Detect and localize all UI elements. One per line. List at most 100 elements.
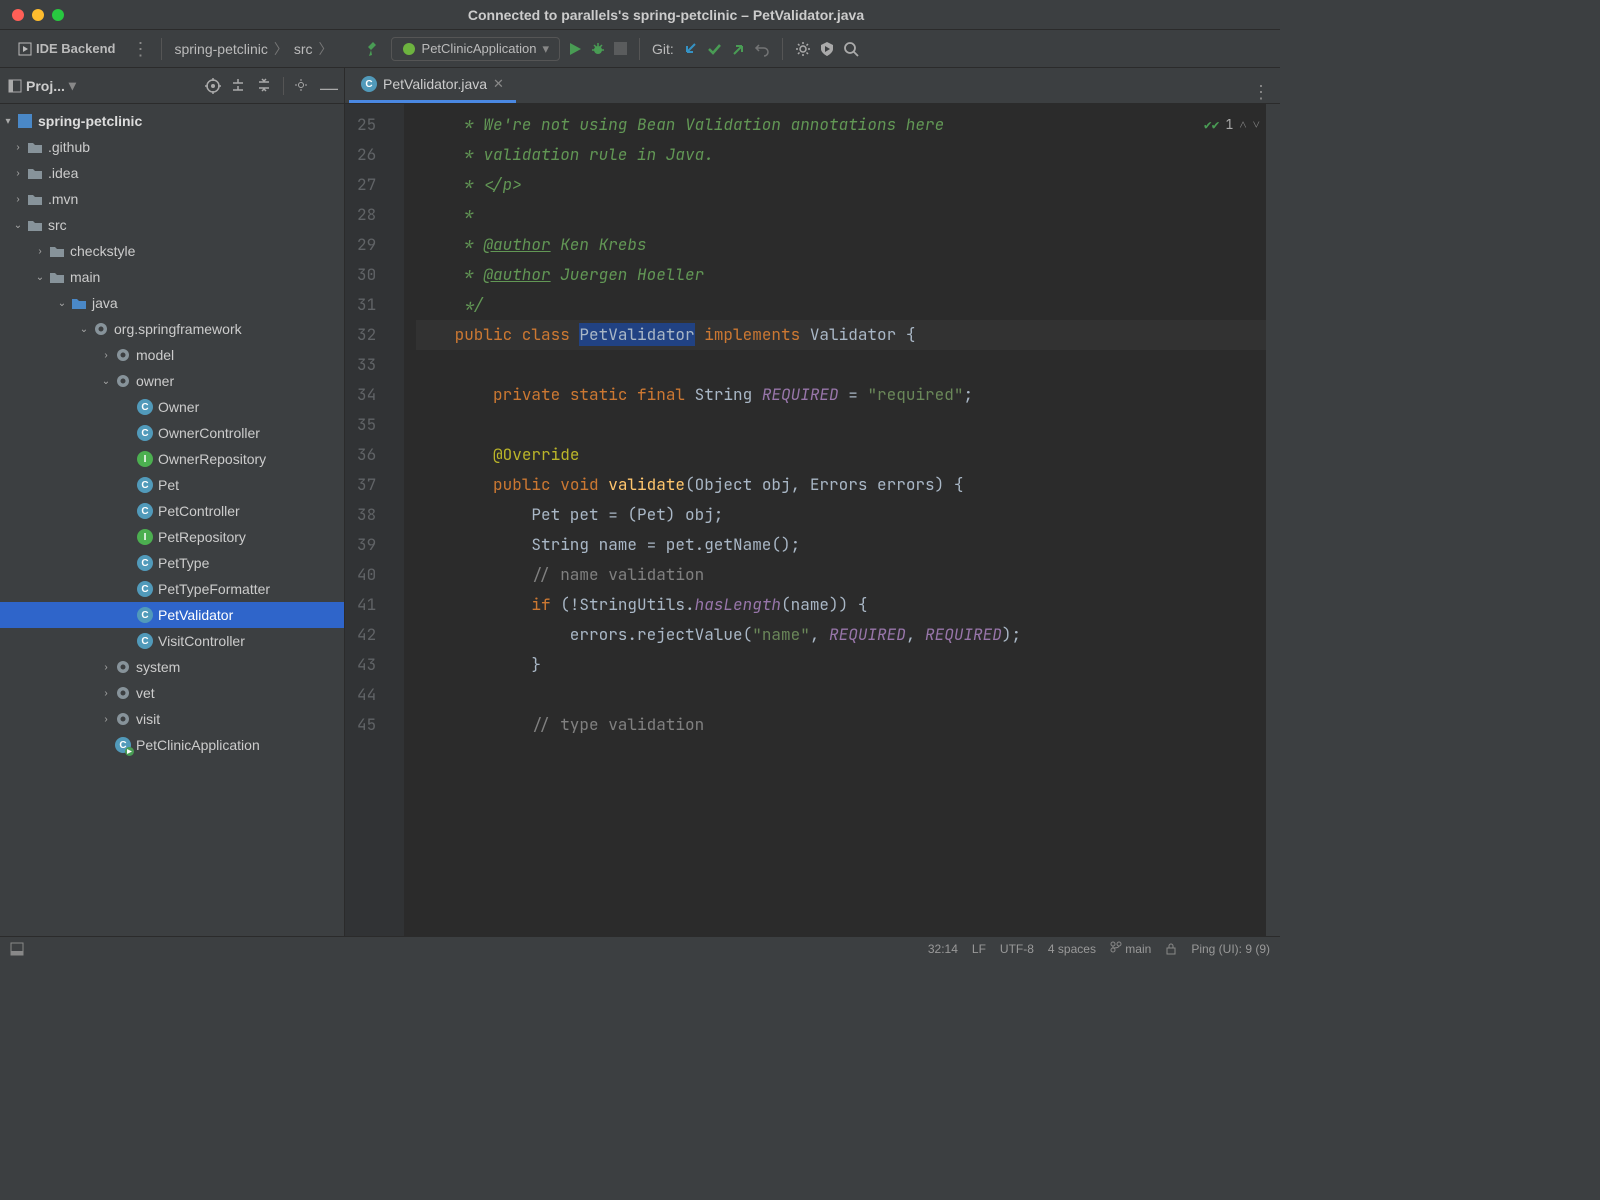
git-update-button[interactable] [682, 41, 698, 57]
tree-item-label: Pet [158, 477, 179, 493]
tree-arrow-icon[interactable]: ⌄ [10, 220, 26, 231]
tree-arrow-icon[interactable]: › [10, 142, 26, 153]
cursor-position[interactable]: 32:14 [928, 942, 958, 956]
tree-arrow-icon[interactable]: › [32, 246, 48, 257]
tree-item-pettypeformatter[interactable]: CPetTypeFormatter [0, 576, 344, 602]
project-tree[interactable]: ▾ spring-petclinic › .github ›.idea›.mvn⌄s… [0, 104, 344, 936]
tree-arrow-icon[interactable]: ⌄ [32, 272, 48, 283]
window-controls [12, 9, 64, 21]
close-tab-button[interactable]: ✕ [493, 76, 504, 92]
tree-arrow-icon[interactable]: ⌄ [54, 298, 70, 309]
ide-backend-label: IDE Backend [36, 41, 115, 56]
ide-backend-button[interactable]: IDE Backend [10, 37, 123, 60]
tree-item-label: checkstyle [70, 243, 135, 259]
run-button[interactable] [568, 42, 582, 56]
chevron-up-icon[interactable]: ˄ [1239, 110, 1246, 140]
readonly-toggle[interactable] [1165, 943, 1177, 955]
tree-arrow-icon[interactable]: › [98, 688, 114, 699]
play-icon [568, 42, 582, 56]
tree-item-pettype[interactable]: CPetType [0, 550, 344, 576]
inspection-widget[interactable]: ✔✔ 1 ˄ ˅ [1204, 110, 1260, 140]
class-icon: C [361, 76, 377, 92]
tree-arrow-icon[interactable]: › [98, 350, 114, 361]
tree-item-checkstyle[interactable]: › checkstyle [0, 238, 344, 264]
tree-item-petrepository[interactable]: IPetRepository [0, 524, 344, 550]
tree-item-pet[interactable]: CPet [0, 472, 344, 498]
tree-item-label: PetTypeFormatter [158, 581, 270, 597]
close-window-button[interactable] [12, 9, 24, 21]
code-with-me-button[interactable] [819, 41, 835, 57]
tree-item-owner[interactable]: ⌄owner [0, 368, 344, 394]
tree-item-visitcontroller[interactable]: CVisitController [0, 628, 344, 654]
sidebar-settings-button[interactable] [294, 78, 310, 94]
error-stripe[interactable] [1266, 104, 1280, 936]
check-icon [706, 41, 722, 57]
project-sidebar: Proj...▾ — ▾ spring-petclinic › .github ›.… [0, 68, 345, 936]
tree-item-label: .github [48, 139, 90, 155]
minimize-window-button[interactable] [32, 9, 44, 21]
tree-item-ownerrepository[interactable]: IOwnerRepository [0, 446, 344, 472]
tree-item-org-springframework[interactable]: ⌄ org.springframework [0, 316, 344, 342]
expand-all-button[interactable] [231, 78, 247, 94]
tree-item-java[interactable]: ⌄java [0, 290, 344, 316]
stop-button[interactable] [614, 42, 627, 55]
debug-button[interactable] [590, 41, 606, 57]
tool-window-toggle[interactable] [10, 942, 24, 956]
tree-arrow-icon[interactable]: › [10, 168, 26, 179]
tree-item-label: org.springframework [114, 321, 242, 337]
interface-icon: I [136, 529, 154, 545]
chevron-down-icon[interactable]: ˅ [1253, 110, 1260, 140]
settings-button[interactable] [795, 41, 811, 57]
tree-item-main[interactable]: ⌄ main [0, 264, 344, 290]
tree-item-vet[interactable]: ›vet [0, 680, 344, 706]
tree-item-petvalidator[interactable]: CPetValidator [0, 602, 344, 628]
git-history-button[interactable] [754, 41, 770, 57]
build-button[interactable] [365, 40, 383, 58]
breadcrumb-item[interactable]: spring-petclinic [174, 41, 267, 57]
tree-item--idea[interactable]: ›.idea [0, 160, 344, 186]
git-commit-button[interactable] [706, 41, 722, 57]
tree-item-src[interactable]: ⌄src [0, 212, 344, 238]
tree-item-ownercontroller[interactable]: COwnerController [0, 420, 344, 446]
git-branch[interactable]: main [1110, 941, 1151, 956]
project-view-dropdown[interactable]: Proj...▾ [8, 77, 76, 94]
tree-item--mvn[interactable]: ›.mvn [0, 186, 344, 212]
tree-arrow-icon[interactable]: ⌄ [76, 324, 92, 335]
editor-tabs: C PetValidator.java ✕ ⋮ [345, 68, 1280, 104]
tree-arrow-icon[interactable]: › [10, 194, 26, 205]
hide-sidebar-button[interactable]: — [320, 78, 336, 94]
tree-item-model[interactable]: ›model [0, 342, 344, 368]
tabs-menu-button[interactable]: ⋮ [1242, 82, 1280, 103]
ping-indicator[interactable]: Ping (UI): 9 (9) [1191, 942, 1270, 956]
run-config-dropdown[interactable]: PetClinicApplication ▾ [391, 37, 560, 61]
tree-arrow-icon[interactable]: › [98, 714, 114, 725]
line-separator[interactable]: LF [972, 942, 986, 956]
search-button[interactable] [843, 41, 859, 57]
indent-setting[interactable]: 4 spaces [1048, 942, 1096, 956]
maximize-window-button[interactable] [52, 9, 64, 21]
tree-item-petclinicapplication[interactable]: CPetClinicApplication [0, 732, 344, 758]
git-push-button[interactable] [730, 41, 746, 57]
tree-item-system[interactable]: ›system [0, 654, 344, 680]
kebab-menu-icon[interactable]: ⋮ [131, 40, 149, 58]
breadcrumb-item[interactable]: src [294, 41, 313, 57]
editor-tab[interactable]: C PetValidator.java ✕ [349, 68, 516, 103]
collapse-icon [257, 78, 271, 92]
file-encoding[interactable]: UTF-8 [1000, 942, 1034, 956]
editor-content[interactable]: * We're not using Bean Validation annota… [404, 104, 1280, 936]
tree-item-owner[interactable]: COwner [0, 394, 344, 420]
tree-item-label: main [70, 269, 100, 285]
tree-item--github[interactable]: › .github [0, 134, 344, 160]
package-icon [114, 348, 132, 362]
collapse-all-button[interactable] [257, 78, 273, 94]
select-opened-file-button[interactable] [205, 78, 221, 94]
code-editor[interactable]: ✔✔ 1 ˄ ˅ 2526272829303132333435363738394… [345, 104, 1280, 936]
tree-item-petcontroller[interactable]: CPetController [0, 498, 344, 524]
tree-arrow-icon[interactable]: › [98, 662, 114, 673]
tree-item-visit[interactable]: ›visit [0, 706, 344, 732]
editor-gutter[interactable]: 2526272829303132333435363738394041424344… [345, 104, 404, 936]
tree-arrow-icon[interactable]: ⌄ [98, 376, 114, 387]
class-icon: C [136, 399, 154, 415]
undo-icon [754, 41, 770, 57]
tree-root[interactable]: ▾ spring-petclinic [0, 108, 344, 134]
